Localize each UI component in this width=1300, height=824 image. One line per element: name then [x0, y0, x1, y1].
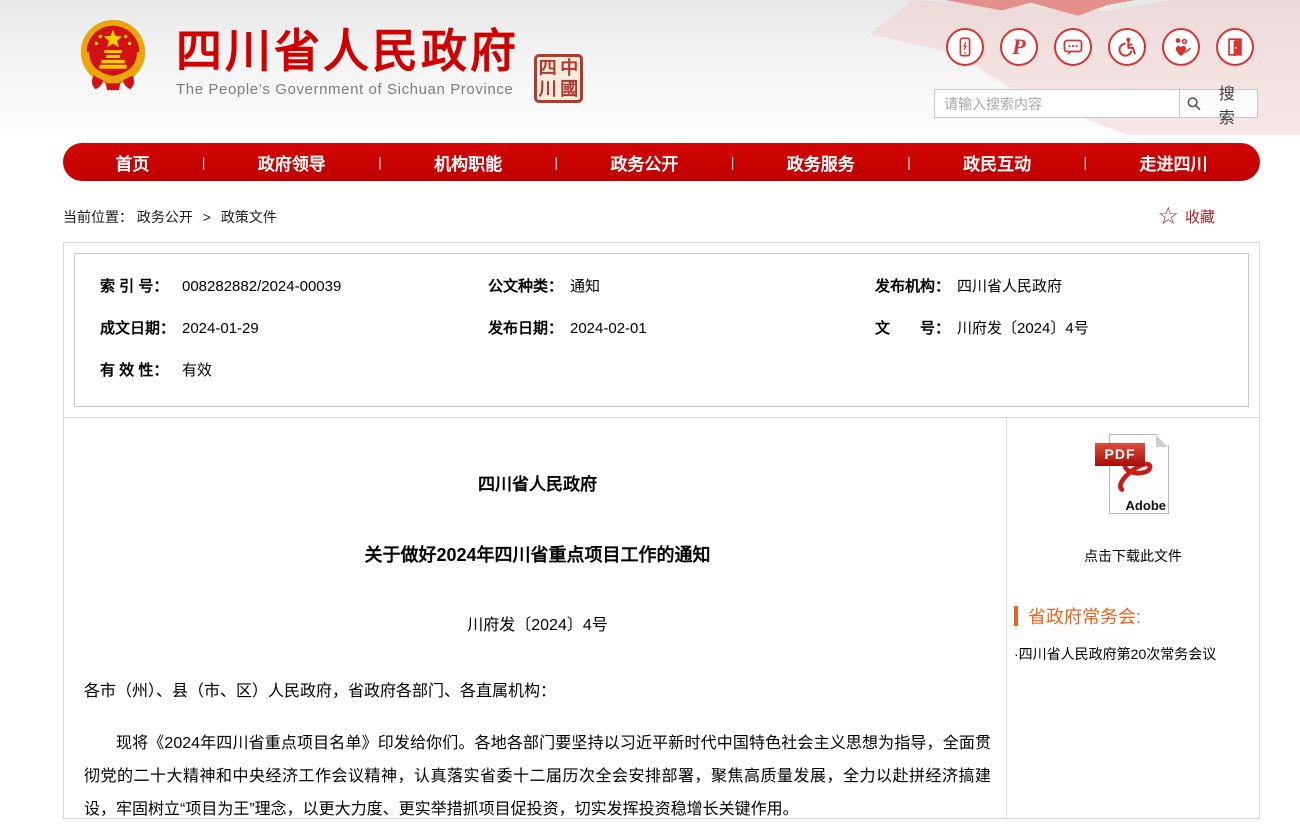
adobe-brand-label: Adobe	[1126, 498, 1166, 513]
breadcrumb-link-open-gov[interactable]: 政务公开	[137, 209, 193, 225]
nav-item-home[interactable]: 首页	[115, 150, 149, 175]
pdf-fold-corner	[1156, 435, 1168, 447]
search-button-label: 搜 索	[1207, 80, 1251, 128]
meta-field-doc-number: 文 号：川府发〔2024〕4号	[875, 317, 1248, 338]
meta-field-validity: 有 效 性：有效	[100, 359, 488, 380]
seal-char: 川	[537, 79, 559, 99]
meta-label: 发布日期：	[488, 317, 570, 338]
nav-separator: |	[554, 154, 558, 170]
nav-item-leaders[interactable]: 政府领导	[258, 150, 326, 175]
nav-item-about-sichuan[interactable]: 走进四川	[1140, 150, 1208, 175]
breadcrumb-link-policy-docs[interactable]: 政策文件	[221, 209, 277, 225]
brand-block: 四川省人民政府 The People’s Government of Sichu…	[74, 15, 583, 103]
site-title: 四川省人民政府	[176, 27, 519, 75]
wheelchair-accessibility-icon[interactable]	[1108, 28, 1146, 66]
nav-separator: |	[378, 154, 382, 170]
article-doc-number: 川府发〔2024〕4号	[84, 611, 991, 635]
meta-field-doc-type: 公文种类：通知	[488, 275, 875, 296]
nav-separator: |	[907, 154, 911, 170]
favorite-button[interactable]: ☆ 收藏	[1157, 206, 1215, 227]
meta-value: 通知	[570, 278, 600, 295]
meta-label: 成文日期：	[100, 317, 182, 338]
breadcrumb: 当前位置： 政务公开 > 政策文件	[63, 207, 277, 227]
meta-value: 2024-01-29	[182, 320, 259, 337]
seal-char: 四	[537, 58, 559, 78]
message-icon[interactable]	[1054, 28, 1092, 66]
meta-value: 008282882/2024-00039	[182, 278, 341, 295]
document-panel: 索 引 号：008282882/2024-00039 公文种类：通知 发布机构：…	[63, 242, 1260, 819]
nav-item-services[interactable]: 政务服务	[787, 150, 855, 175]
site-header: 四川省人民政府 The People’s Government of Sichu…	[0, 0, 1300, 135]
site-subtitle: The People’s Government of Sichuan Provi…	[176, 81, 519, 98]
breadcrumb-row: 当前位置： 政务公开 > 政策文件 ☆ 收藏	[63, 206, 1260, 227]
meta-label: 公文种类：	[488, 275, 570, 296]
content-area: 四川省人民政府 关于做好2024年四川省重点项目工作的通知 川府发〔2024〕4…	[64, 418, 1259, 818]
national-emblem-logo	[74, 15, 152, 97]
china-sichuan-seal: 四 中 川 國	[534, 54, 583, 103]
meta-field-publisher: 发布机构：四川省人民政府	[875, 275, 1248, 296]
nav-separator: |	[731, 154, 735, 170]
meta-field-index-no: 索 引 号：008282882/2024-00039	[100, 275, 488, 296]
meta-label: 发布机构：	[875, 275, 957, 296]
mobile-icon[interactable]	[946, 28, 984, 66]
article-issuing-org: 四川省人民政府	[84, 470, 991, 495]
nav-item-open-gov[interactable]: 政务公开	[610, 150, 678, 175]
search-button[interactable]: 搜 索	[1179, 90, 1257, 117]
p-glyph: P	[1012, 36, 1025, 58]
seal-char: 國	[559, 79, 581, 99]
meta-value: 四川省人民政府	[957, 278, 1062, 295]
meta-label: 有 效 性：	[100, 359, 182, 380]
search-icon	[1186, 95, 1202, 112]
meta-value: 有效	[182, 362, 212, 379]
meta-value: 川府发〔2024〕4号	[957, 320, 1089, 337]
pdf-banner-label: PDF	[1095, 443, 1145, 466]
main-nav: 首页 | 政府领导 | 机构职能 | 政务公开 | 政务服务 | 政民互动 | …	[63, 143, 1260, 181]
care-version-icon[interactable]	[1162, 28, 1200, 66]
section-accent-bar	[1014, 606, 1018, 626]
meta-label: 索 引 号：	[100, 275, 182, 296]
star-icon: ☆	[1157, 207, 1179, 227]
page: 四川省人民政府 The People’s Government of Sichu…	[0, 0, 1300, 824]
sidebar-list-item[interactable]: ·四川省人民政府第20次常务会议	[1014, 644, 1259, 664]
search-input[interactable]	[935, 90, 1179, 117]
article: 四川省人民政府 关于做好2024年四川省重点项目工作的通知 川府发〔2024〕4…	[64, 418, 1006, 818]
favorite-label: 收藏	[1185, 206, 1215, 227]
meta-field-written-date: 成文日期：2024-01-29	[100, 317, 488, 338]
pdf-file-icon[interactable]: PDF Adobe	[1095, 434, 1171, 516]
article-title: 关于做好2024年四川省重点项目工作的通知	[84, 541, 991, 567]
article-paragraph: 现将《2024年四川省重点项目名单》印发给你们。各地各部门要坚持以习近平新时代中…	[84, 727, 991, 824]
door-icon[interactable]	[1216, 28, 1254, 66]
nav-separator: |	[1084, 154, 1088, 170]
doc-meta-table: 索 引 号：008282882/2024-00039 公文种类：通知 发布机构：…	[74, 253, 1249, 407]
sidebar: PDF Adobe 点击下载此文件 省政府常务会: ·四川省人民政府第20次常务…	[1006, 418, 1259, 818]
quick-links: P	[946, 28, 1254, 66]
download-file-link[interactable]: 点击下载此文件	[1007, 546, 1259, 566]
meta-field-publish-date: 发布日期：2024-02-01	[488, 317, 875, 338]
breadcrumb-prefix: 当前位置：	[63, 209, 133, 225]
seal-char: 中	[559, 58, 581, 78]
sidebar-section-title: 省政府常务会:	[1028, 603, 1141, 629]
meta-label: 文 号：	[875, 317, 957, 338]
nav-item-interaction[interactable]: 政民互动	[963, 150, 1031, 175]
sidebar-section-header: 省政府常务会:	[1014, 603, 1259, 629]
search-bar: 搜 索	[934, 89, 1258, 118]
nav-separator: |	[202, 154, 206, 170]
meta-value: 2024-02-01	[570, 320, 647, 337]
nav-item-functions[interactable]: 机构职能	[434, 150, 502, 175]
breadcrumb-separator: >	[203, 209, 211, 225]
article-salutation: 各市（州）、县（市、区）人民政府，省政府各部门、各直属机构：	[84, 677, 991, 701]
sidebar-section: 省政府常务会: ·四川省人民政府第20次常务会议	[1007, 603, 1259, 664]
p-logo-icon[interactable]: P	[1000, 28, 1038, 66]
